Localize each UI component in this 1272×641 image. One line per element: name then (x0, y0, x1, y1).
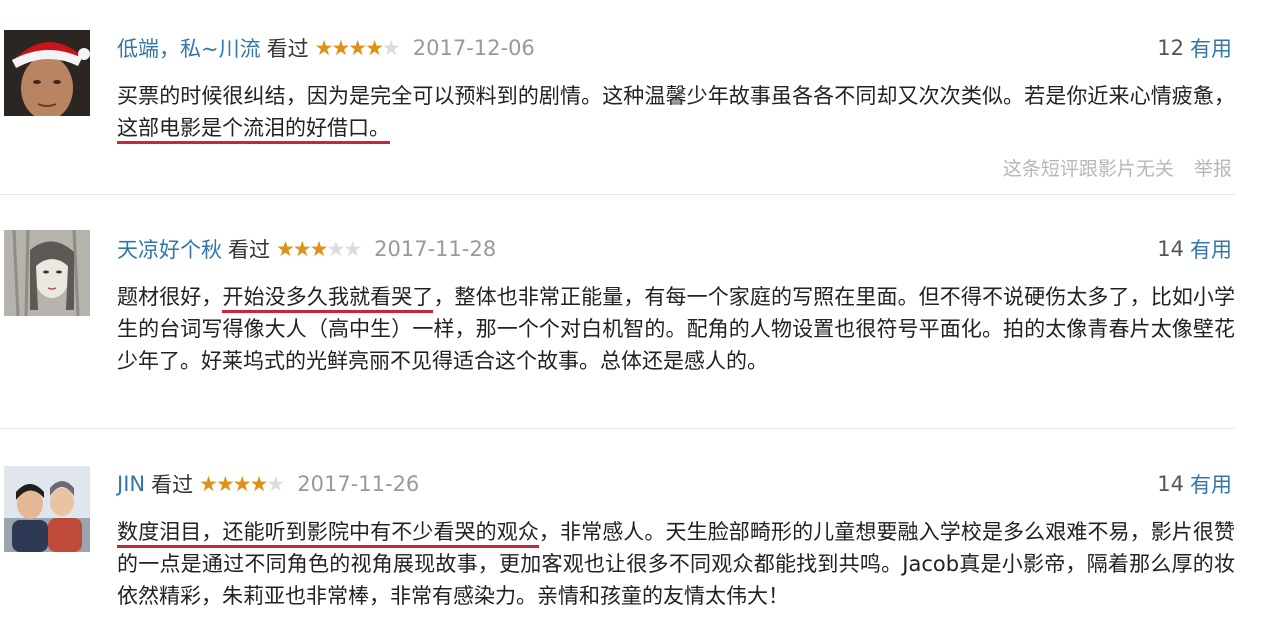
highlighted-phrase: 这部电影是个流泪的好借口。 (117, 116, 390, 144)
star-icon: ★ (331, 36, 350, 60)
star-icon: ★ (314, 36, 334, 60)
watched-status: 看过 (266, 37, 309, 61)
star-icon: ★ (249, 472, 269, 496)
divider (0, 194, 1235, 195)
useful-button[interactable]: 有用 (1190, 33, 1232, 63)
star-icon: ★ (276, 237, 295, 261)
avatar[interactable] (4, 30, 90, 116)
comment-meta: 天凉好个秋 看过 ★★★★★ 2017-11-28 (117, 234, 496, 264)
star-icon: ★ (292, 237, 312, 261)
star-icon: ★ (381, 36, 401, 60)
star-icon: ★ (266, 472, 285, 496)
comment-text: 买票的时候很纠结，因为是完全可以预料到的剧情。这种温馨少年故事虽各各不同却又次次… (117, 80, 1235, 144)
useful-vote: 14 有用 (1157, 234, 1232, 264)
irrelevant-link[interactable]: 这条短评跟影片无关 (1003, 158, 1174, 180)
comment-text-part: 买票的时候很纠结，因为是完全可以预料到的剧情。这种温馨少年故事虽各各不同却又次次… (117, 84, 1235, 108)
rating-stars: ★★★★★ (276, 237, 362, 261)
comment-text: 数度泪目，还能听到影院中有不少看哭的观众，非常感人。天生脸部畸形的儿童想要融入学… (117, 516, 1235, 612)
comment-date: 2017-12-06 (412, 36, 535, 60)
comment-text: 题材很好，开始没多久我就看哭了，整体也非常正能量，有每一个家庭的写照在里面。但不… (117, 281, 1235, 377)
username-link[interactable]: 天凉好个秋 (117, 234, 222, 264)
username-link[interactable]: 低端，私~川流 (117, 33, 261, 63)
comment-meta: 低端，私~川流 看过 ★★★★★ 2017-12-06 (117, 33, 535, 63)
useful-vote: 14 有用 (1157, 469, 1232, 499)
rating-stars: ★★★★★ (314, 36, 401, 60)
rating-stars: ★★★★★ (199, 472, 285, 496)
star-icon: ★ (326, 237, 345, 261)
useful-count: 12 (1157, 36, 1184, 60)
useful-count: 14 (1157, 237, 1184, 261)
useful-button[interactable]: 有用 (1190, 469, 1232, 499)
star-icon: ★ (232, 472, 252, 496)
useful-vote: 12 有用 (1157, 33, 1232, 63)
highlighted-phrase: 数度泪目，还能听到影院中有不少看哭的观众 (117, 520, 539, 548)
comment-date: 2017-11-26 (297, 472, 420, 496)
useful-count: 14 (1157, 472, 1184, 496)
avatar[interactable] (4, 466, 90, 552)
highlighted-phrase: 开始没多久我就看哭了 (222, 285, 434, 313)
avatar-santa-hat-man-icon (4, 30, 90, 116)
watched-status: 看过 (151, 473, 194, 497)
star-icon: ★ (343, 237, 362, 261)
comment-actions: 这条短评跟影片无关 举报 (989, 154, 1232, 181)
comment-date: 2017-11-28 (374, 237, 497, 261)
star-icon: ★ (348, 36, 367, 60)
avatar-couple-photo-icon (4, 466, 90, 552)
watched-status: 看过 (228, 238, 270, 262)
report-link[interactable]: 举报 (1194, 158, 1232, 180)
star-icon: ★ (199, 472, 218, 496)
username-link[interactable]: JIN (117, 472, 145, 496)
star-icon: ★ (215, 472, 235, 496)
comment-text-part: 题材很好， (117, 285, 223, 309)
comment-meta: JIN 看过 ★★★★★ 2017-11-26 (117, 469, 419, 499)
avatar-illustrated-woman-icon (4, 230, 90, 316)
star-icon: ★ (365, 36, 384, 60)
divider (0, 428, 1235, 429)
star-icon: ★ (309, 237, 329, 261)
avatar[interactable] (4, 230, 90, 316)
useful-button[interactable]: 有用 (1190, 234, 1232, 264)
